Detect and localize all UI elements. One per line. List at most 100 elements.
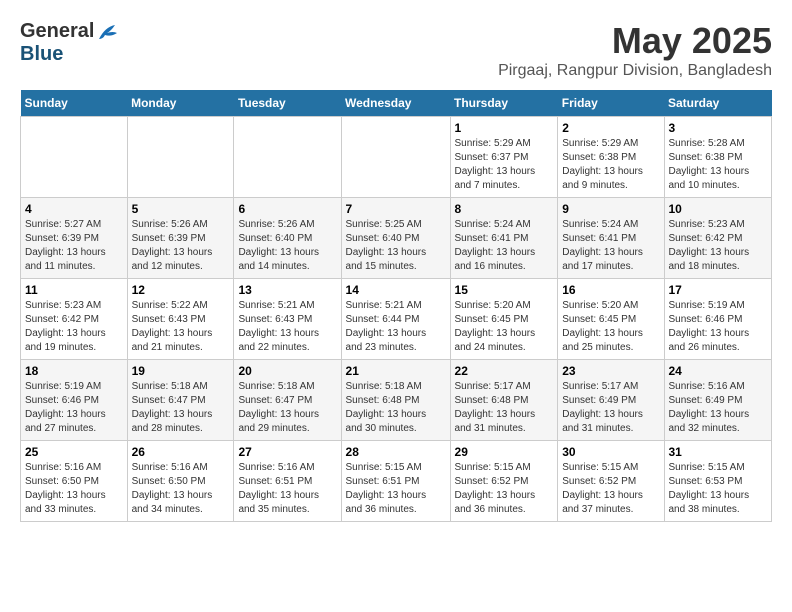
day-number: 2: [562, 121, 659, 135]
calendar-cell: 23Sunrise: 5:17 AM Sunset: 6:49 PM Dayli…: [558, 360, 664, 441]
calendar-cell: 4 Sunrise: 5:27 AM Sunset: 6:39 PM Daylig…: [21, 198, 128, 279]
day-number: 29: [455, 445, 554, 459]
calendar-cell: 13 Sunrise: 5:21 AM Sunset: 6:43 PM Dayli…: [234, 279, 341, 360]
header-monday: Monday: [127, 90, 234, 117]
calendar-cell: 27 Sunrise: 5:16 AM Sunset: 6:51 PM Dayli…: [234, 441, 341, 522]
day-info: Sunrise: 5:21 AM Sunset: 6:44 PM Dayligh…: [346, 299, 446, 355]
month-title: May 2025: [498, 20, 772, 62]
header-row: SundayMondayTuesdayWednesdayThursdayFrid…: [21, 90, 772, 117]
day-info: Sunrise: 5:23 AM Sunset: 6:42 PM Dayligh…: [669, 218, 768, 274]
calendar-cell: [21, 117, 128, 198]
calendar-cell: 26Sunrise: 5:16 AM Sunset: 6:50 PM Dayli…: [127, 441, 234, 522]
day-number: 6: [238, 202, 336, 216]
page-header: General Blue May 2025 Pirgaaj, Rangpur D…: [20, 20, 772, 80]
day-number: 11: [25, 283, 123, 297]
calendar-cell: 28 Sunrise: 5:15 AM Sunset: 6:51 PM Dayli…: [341, 441, 450, 522]
calendar-cell: 29Sunrise: 5:15 AM Sunset: 6:52 PM Dayli…: [450, 441, 558, 522]
day-number: 16: [562, 283, 659, 297]
calendar-cell: [341, 117, 450, 198]
logo: General Blue: [20, 20, 119, 66]
day-number: 20: [238, 364, 336, 378]
header-sunday: Sunday: [21, 90, 128, 117]
day-info: Sunrise: 5:19 AM Sunset: 6:46 PM Dayligh…: [669, 299, 768, 355]
day-info: Sunrise: 5:21 AM Sunset: 6:43 PM Dayligh…: [238, 299, 336, 355]
header-saturday: Saturday: [664, 90, 772, 117]
calendar-cell: 30Sunrise: 5:15 AM Sunset: 6:52 PM Dayli…: [558, 441, 664, 522]
header-wednesday: Wednesday: [341, 90, 450, 117]
day-info: Sunrise: 5:29 AM Sunset: 6:37 PM Dayligh…: [455, 137, 554, 193]
calendar-cell: 5 Sunrise: 5:26 AM Sunset: 6:39 PM Daylig…: [127, 198, 234, 279]
calendar-cell: 10 Sunrise: 5:23 AM Sunset: 6:42 PM Dayli…: [664, 198, 772, 279]
calendar-cell: 25 Sunrise: 5:16 AM Sunset: 6:50 PM Dayli…: [21, 441, 128, 522]
day-info: Sunrise: 5:18 AM Sunset: 6:47 PM Dayligh…: [132, 380, 230, 436]
calendar-cell: 1 Sunrise: 5:29 AM Sunset: 6:37 PM Daylig…: [450, 117, 558, 198]
day-info: Sunrise: 5:16 AM Sunset: 6:50 PM Dayligh…: [25, 461, 123, 517]
day-info: Sunrise: 5:19 AM Sunset: 6:46 PM Dayligh…: [25, 380, 123, 436]
day-number: 5: [132, 202, 230, 216]
day-info: Sunrise: 5:22 AM Sunset: 6:43 PM Dayligh…: [132, 299, 230, 355]
title-area: May 2025 Pirgaaj, Rangpur Division, Bang…: [498, 20, 772, 80]
day-number: 15: [455, 283, 554, 297]
calendar-cell: 21 Sunrise: 5:18 AM Sunset: 6:48 PM Dayli…: [341, 360, 450, 441]
day-info: Sunrise: 5:25 AM Sunset: 6:40 PM Dayligh…: [346, 218, 446, 274]
day-number: 14: [346, 283, 446, 297]
calendar-cell: 11 Sunrise: 5:23 AM Sunset: 6:42 PM Dayli…: [21, 279, 128, 360]
day-number: 3: [669, 121, 768, 135]
week-row-1: 4 Sunrise: 5:27 AM Sunset: 6:39 PM Daylig…: [21, 198, 772, 279]
day-number: 13: [238, 283, 336, 297]
calendar-cell: 3 Sunrise: 5:28 AM Sunset: 6:38 PM Daylig…: [664, 117, 772, 198]
day-info: Sunrise: 5:18 AM Sunset: 6:48 PM Dayligh…: [346, 380, 446, 436]
week-row-4: 25 Sunrise: 5:16 AM Sunset: 6:50 PM Dayli…: [21, 441, 772, 522]
calendar-cell: 6 Sunrise: 5:26 AM Sunset: 6:40 PM Daylig…: [234, 198, 341, 279]
logo-blue: Blue: [20, 43, 63, 65]
calendar-cell: 14 Sunrise: 5:21 AM Sunset: 6:44 PM Dayli…: [341, 279, 450, 360]
day-info: Sunrise: 5:26 AM Sunset: 6:40 PM Dayligh…: [238, 218, 336, 274]
logo-general: General: [20, 20, 94, 43]
calendar-cell: 20 Sunrise: 5:18 AM Sunset: 6:47 PM Dayli…: [234, 360, 341, 441]
calendar-cell: 7Sunrise: 5:25 AM Sunset: 6:40 PM Daylig…: [341, 198, 450, 279]
logo-bird-icon: [97, 23, 119, 41]
day-info: Sunrise: 5:20 AM Sunset: 6:45 PM Dayligh…: [562, 299, 659, 355]
day-info: Sunrise: 5:15 AM Sunset: 6:51 PM Dayligh…: [346, 461, 446, 517]
week-row-3: 18Sunrise: 5:19 AM Sunset: 6:46 PM Dayli…: [21, 360, 772, 441]
day-info: Sunrise: 5:24 AM Sunset: 6:41 PM Dayligh…: [562, 218, 659, 274]
calendar-cell: 18Sunrise: 5:19 AM Sunset: 6:46 PM Dayli…: [21, 360, 128, 441]
calendar-table: SundayMondayTuesdayWednesdayThursdayFrid…: [20, 90, 772, 522]
day-info: Sunrise: 5:20 AM Sunset: 6:45 PM Dayligh…: [455, 299, 554, 355]
day-number: 26: [132, 445, 230, 459]
header-tuesday: Tuesday: [234, 90, 341, 117]
day-info: Sunrise: 5:15 AM Sunset: 6:52 PM Dayligh…: [562, 461, 659, 517]
day-number: 27: [238, 445, 336, 459]
day-info: Sunrise: 5:15 AM Sunset: 6:53 PM Dayligh…: [669, 461, 768, 517]
calendar-cell: 9 Sunrise: 5:24 AM Sunset: 6:41 PM Daylig…: [558, 198, 664, 279]
day-number: 25: [25, 445, 123, 459]
day-info: Sunrise: 5:28 AM Sunset: 6:38 PM Dayligh…: [669, 137, 768, 193]
day-number: 8: [455, 202, 554, 216]
day-number: 22: [455, 364, 554, 378]
day-info: Sunrise: 5:23 AM Sunset: 6:42 PM Dayligh…: [25, 299, 123, 355]
day-number: 4: [25, 202, 123, 216]
day-number: 21: [346, 364, 446, 378]
calendar-cell: 12 Sunrise: 5:22 AM Sunset: 6:43 PM Dayli…: [127, 279, 234, 360]
day-number: 10: [669, 202, 768, 216]
day-number: 1: [455, 121, 554, 135]
day-info: Sunrise: 5:26 AM Sunset: 6:39 PM Dayligh…: [132, 218, 230, 274]
day-number: 23: [562, 364, 659, 378]
calendar-cell: 31 Sunrise: 5:15 AM Sunset: 6:53 PM Dayli…: [664, 441, 772, 522]
day-info: Sunrise: 5:16 AM Sunset: 6:51 PM Dayligh…: [238, 461, 336, 517]
day-number: 28: [346, 445, 446, 459]
calendar-cell: 16 Sunrise: 5:20 AM Sunset: 6:45 PM Dayli…: [558, 279, 664, 360]
day-info: Sunrise: 5:29 AM Sunset: 6:38 PM Dayligh…: [562, 137, 659, 193]
day-number: 12: [132, 283, 230, 297]
calendar-cell: [234, 117, 341, 198]
header-friday: Friday: [558, 90, 664, 117]
day-number: 9: [562, 202, 659, 216]
header-thursday: Thursday: [450, 90, 558, 117]
day-info: Sunrise: 5:27 AM Sunset: 6:39 PM Dayligh…: [25, 218, 123, 274]
day-number: 31: [669, 445, 768, 459]
calendar-cell: 22Sunrise: 5:17 AM Sunset: 6:48 PM Dayli…: [450, 360, 558, 441]
day-info: Sunrise: 5:18 AM Sunset: 6:47 PM Dayligh…: [238, 380, 336, 436]
week-row-0: 1 Sunrise: 5:29 AM Sunset: 6:37 PM Daylig…: [21, 117, 772, 198]
calendar-cell: 24Sunrise: 5:16 AM Sunset: 6:49 PM Dayli…: [664, 360, 772, 441]
calendar-cell: [127, 117, 234, 198]
